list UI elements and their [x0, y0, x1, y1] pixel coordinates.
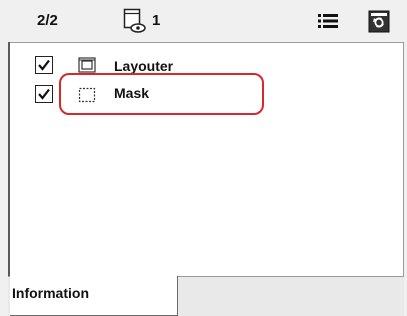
panel-edge: [8, 42, 10, 314]
delete-icon[interactable]: [368, 9, 390, 33]
mask-highlight-callout: [59, 73, 264, 115]
page-preview-icon[interactable]: [123, 8, 147, 34]
preview-count: 1: [152, 12, 161, 29]
layouter-layer-icon: [78, 57, 96, 73]
layer-name: Layouter: [114, 58, 174, 74]
layer-palette: 2/2 1 Layouter Mask Information: [0, 0, 407, 316]
tab-information-label: Information: [12, 285, 89, 301]
page-count: 2/2: [37, 12, 58, 29]
layer-visibility-checkbox[interactable]: [35, 85, 53, 103]
layer-visibility-checkbox[interactable]: [35, 56, 53, 74]
list-view-icon[interactable]: [318, 13, 338, 29]
palette-header: 2/2 1: [0, 0, 407, 42]
